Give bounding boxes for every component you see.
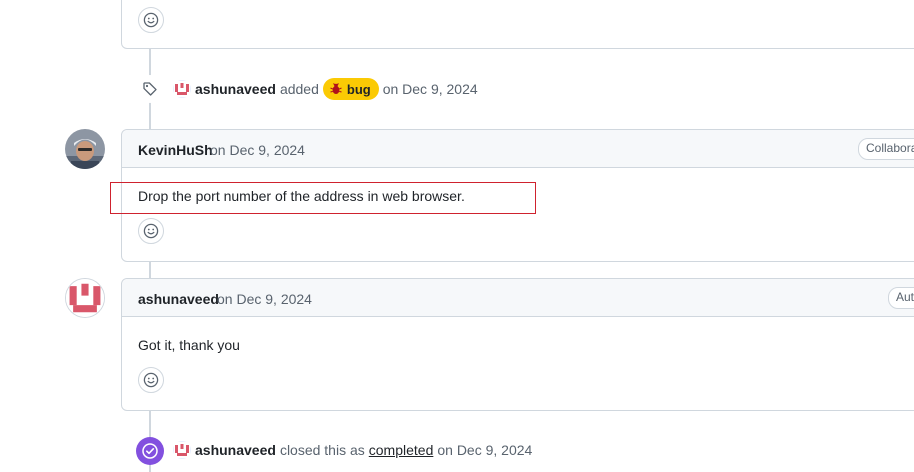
identicon-icon [174, 81, 190, 97]
label-name: bug [346, 81, 371, 97]
smiley-icon [143, 372, 159, 388]
event-actor-link[interactable]: ashunaveed [195, 442, 276, 458]
tag-icon [143, 82, 157, 96]
add-reaction-button[interactable] [138, 218, 164, 244]
smiley-icon [143, 223, 159, 239]
add-reaction-button[interactable] [138, 367, 164, 393]
event-actor-link[interactable]: ashunaveed [195, 81, 276, 97]
user-photo-icon [65, 129, 105, 169]
comment-header: KevinHuSh on Dec 9, 2024 Collaborator [122, 130, 914, 168]
previous-comment-card [121, 0, 914, 49]
tag-event-icon [136, 75, 164, 103]
comment-date[interactable]: on Dec 9, 2024 [217, 291, 312, 307]
comment-header: ashunaveed on Dec 9, 2024 Author [122, 279, 914, 317]
event-action-text: added [279, 81, 319, 97]
closed-event-icon [136, 437, 164, 465]
kevinhush-avatar[interactable] [65, 129, 105, 169]
event-date[interactable]: on Dec 9, 2024 [437, 442, 532, 458]
highlight-box [110, 182, 536, 214]
check-circle-icon [142, 443, 158, 459]
bug-icon [330, 83, 342, 94]
add-reaction-button[interactable] [138, 7, 164, 33]
role-badge: Author [888, 287, 914, 309]
identicon-icon [174, 442, 190, 458]
comment-body: Got it, thank you [138, 337, 240, 353]
event-action-text: closed this as [279, 442, 365, 458]
ashunaveed-mini-avatar[interactable] [173, 441, 191, 459]
ashunaveed-mini-avatar[interactable] [173, 80, 191, 98]
comment-date[interactable]: on Dec 9, 2024 [210, 142, 305, 158]
bug-label-badge[interactable]: bug [322, 78, 379, 100]
smiley-icon [143, 12, 159, 28]
comment-author[interactable]: ashunaveed [138, 291, 219, 307]
completed-link[interactable]: completed [369, 442, 434, 458]
label-event: ashunaveed added bug on Dec 9, 2024 [173, 78, 482, 100]
comment-author[interactable]: KevinHuSh [138, 142, 213, 158]
event-date[interactable]: on Dec 9, 2024 [383, 81, 478, 97]
close-event: ashunaveed closed this as completed on D… [173, 441, 536, 459]
role-badge: Collaborator [858, 138, 914, 160]
ashunaveed-avatar[interactable] [65, 278, 105, 318]
comment-card-ashunaveed: ashunaveed on Dec 9, 2024 Author Got it,… [121, 278, 914, 411]
identicon-icon [66, 279, 104, 317]
